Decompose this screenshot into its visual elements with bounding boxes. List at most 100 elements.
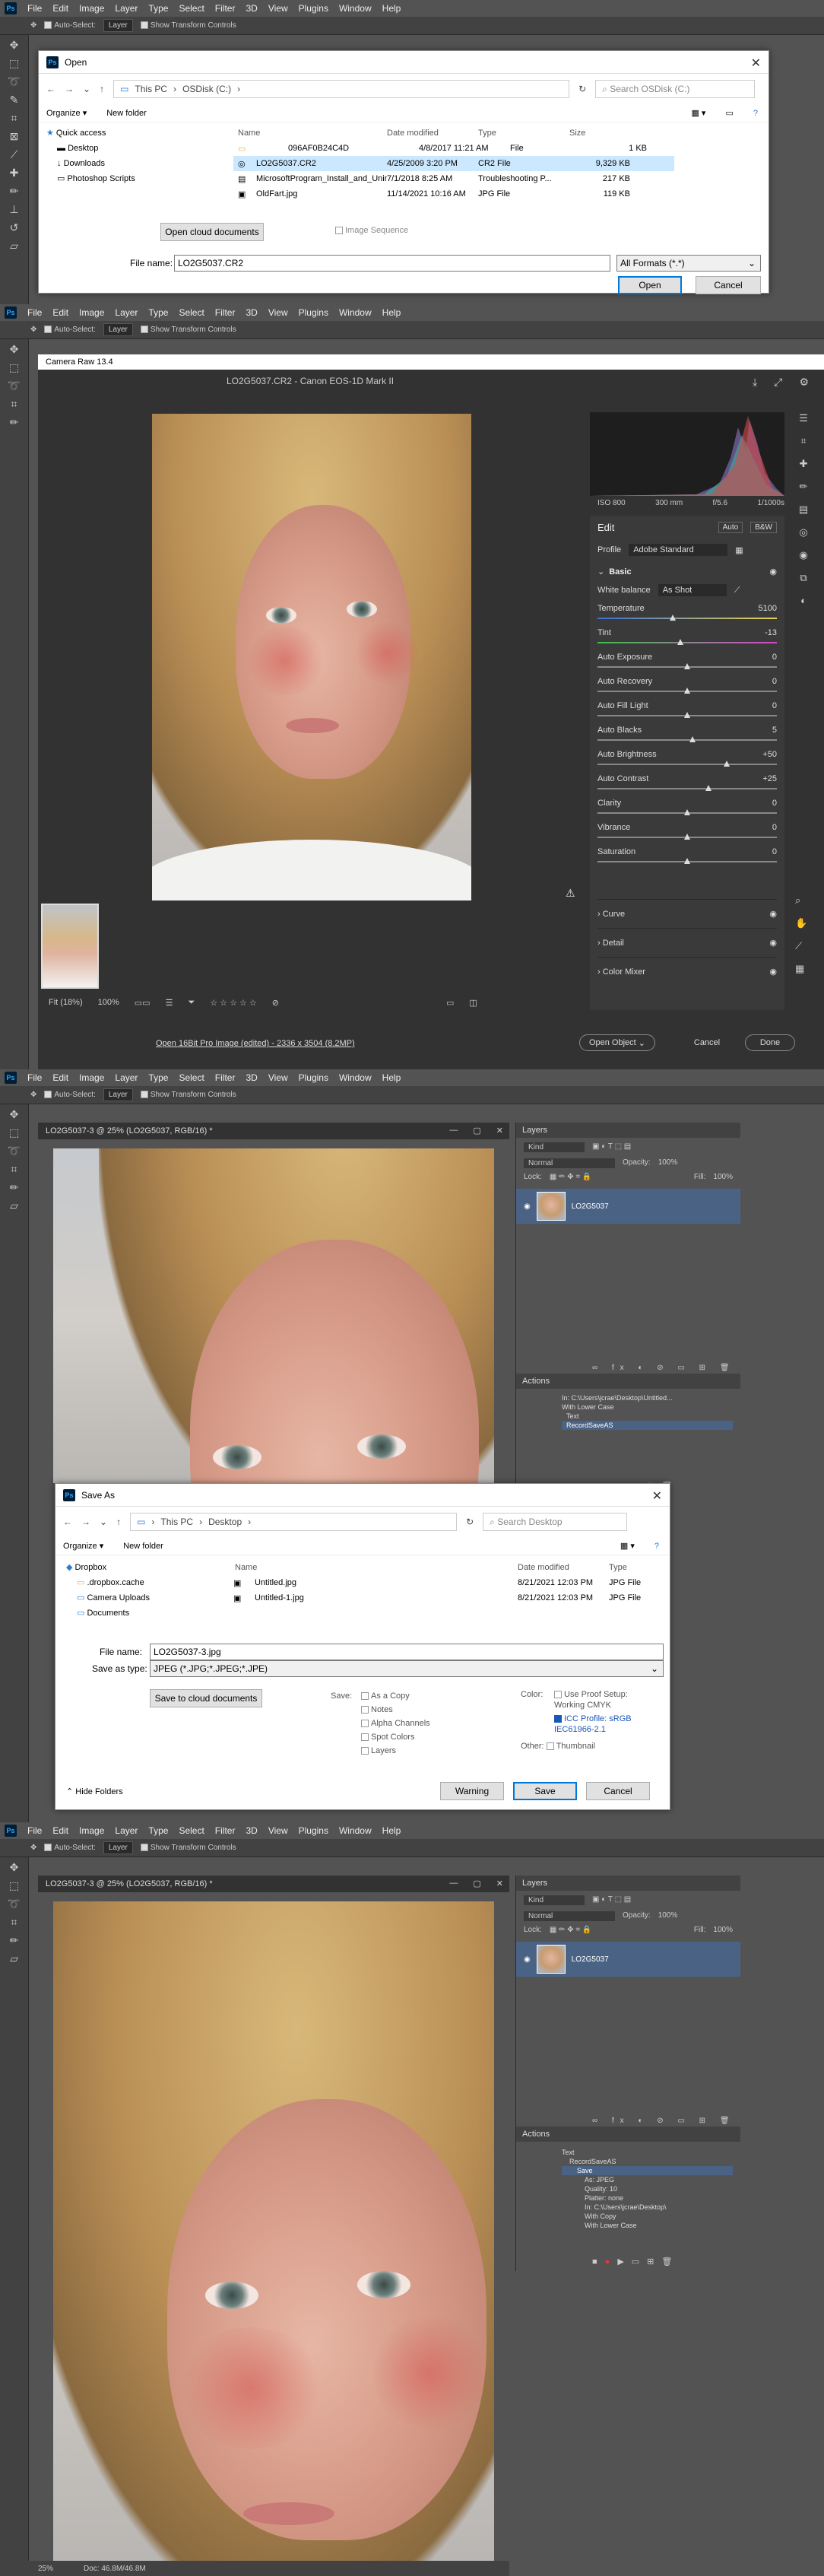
organize-button[interactable]: Organize ▾ <box>63 1541 103 1551</box>
auto-button[interactable]: Auto <box>718 522 743 533</box>
action-step[interactable]: In: C:\Users\jcrae\Desktop\Untitled... <box>562 1393 733 1402</box>
section-color-mixer[interactable]: › Color Mixer ◉ <box>597 957 777 986</box>
open-object-button[interactable]: Open Object ⌄ <box>579 1034 655 1051</box>
slider-track[interactable] <box>597 736 777 742</box>
back-arrow-icon[interactable]: ← <box>46 84 55 94</box>
section-detail[interactable]: › Detail ◉ <box>597 928 777 957</box>
maximize-icon[interactable]: ▢ <box>473 1879 480 1888</box>
menu-view[interactable]: View <box>268 1072 288 1083</box>
menu-3d[interactable]: 3D <box>246 3 257 14</box>
chevron-down-icon[interactable]: ⌄ <box>83 84 90 94</box>
close-icon[interactable]: ✕ <box>496 1879 503 1888</box>
file-row[interactable]: ▤ MicrosoftProgram_Install_and_Uninstall… <box>233 171 753 186</box>
breadcrumb-1[interactable]: This PC <box>135 84 167 94</box>
slider-knob[interactable] <box>677 639 683 645</box>
open-cloud-documents-button[interactable]: Open cloud documents <box>160 223 264 241</box>
refresh-icon[interactable]: ↻ <box>578 84 586 94</box>
minimize-icon[interactable]: — <box>449 1879 458 1888</box>
move-tool-icon[interactable]: ✥ <box>7 1107 22 1121</box>
menu-select[interactable]: Select <box>179 1072 204 1083</box>
forward-arrow-icon[interactable]: → <box>81 1517 90 1527</box>
slider-knob[interactable] <box>670 615 677 621</box>
healing-tool-icon[interactable]: ✚ <box>7 166 22 179</box>
grid-icon[interactable]: ▦ <box>795 963 807 975</box>
zoom-icon[interactable]: ⌕ <box>795 894 807 907</box>
layer-select[interactable]: Layer <box>103 19 133 32</box>
fill-value[interactable]: 100% <box>713 1173 733 1181</box>
menu-file[interactable]: File <box>27 1825 42 1836</box>
show-transform-checkbox[interactable]: Show Transform Controls <box>140 326 236 334</box>
marquee-tool-icon[interactable]: ⬚ <box>7 56 22 70</box>
marquee-tool-icon[interactable]: ⬚ <box>7 1879 22 1892</box>
wb-select[interactable]: As Shot <box>658 584 727 596</box>
menu-image[interactable]: Image <box>79 1825 104 1836</box>
menu-type[interactable]: Type <box>148 3 168 14</box>
menu-image[interactable]: Image <box>79 3 104 14</box>
kind-select[interactable]: Kind <box>524 1142 585 1152</box>
blend-mode-select[interactable]: Normal <box>524 1158 615 1168</box>
nav-dropbox-cache[interactable]: ▭ .dropbox.cache <box>66 1575 218 1590</box>
menu-layer[interactable]: Layer <box>115 1072 138 1083</box>
gradient-icon[interactable]: ▤ <box>799 503 808 516</box>
slider-value[interactable]: 0 <box>772 677 777 688</box>
help-icon[interactable]: ? <box>654 1542 659 1551</box>
eraser-tool-icon[interactable]: ▱ <box>7 1952 22 1965</box>
spot-colors-checkbox[interactable]: Spot Colors <box>331 1730 430 1744</box>
filmstrip-thumbnail[interactable] <box>41 904 99 989</box>
open-button[interactable]: Open <box>618 276 682 294</box>
close-icon[interactable]: ✕ <box>496 1126 503 1136</box>
new-folder-button[interactable]: New folder <box>123 1542 163 1551</box>
single-view-icon[interactable]: ▭ <box>446 998 454 1008</box>
menu-edit[interactable]: Edit <box>52 1825 68 1836</box>
slider-track[interactable] <box>597 712 777 718</box>
lock-icons[interactable]: ▦ ✏ ✥ ⌗ 🔒 <box>550 1926 591 1934</box>
menu-image[interactable]: Image <box>79 1072 104 1083</box>
menu-plugins[interactable]: Plugins <box>299 307 328 318</box>
slider-value[interactable]: +25 <box>762 774 777 785</box>
breadcrumb-1[interactable]: This PC <box>160 1517 193 1527</box>
brush-tool-icon[interactable]: ✏ <box>7 415 22 429</box>
action-step[interactable]: With Lower Case <box>562 1402 733 1412</box>
menu-3d[interactable]: 3D <box>246 307 257 318</box>
slider-knob[interactable] <box>689 736 696 742</box>
organize-button[interactable]: Organize ▾ <box>46 108 87 118</box>
file-row[interactable]: ▭ 096AF0B24C4D 4/8/2017 11:21 AM File 1 … <box>191 141 753 156</box>
breadcrumb-2[interactable]: OSDisk (C:) <box>182 84 231 94</box>
slider-value[interactable]: 0 <box>772 701 777 712</box>
hand-icon[interactable]: ✋ <box>795 917 807 929</box>
up-arrow-icon[interactable]: ↑ <box>100 84 104 94</box>
workflow-options-link[interactable]: Open 16Bit Pro Image (edited) - 2336 x 3… <box>156 1039 355 1048</box>
visibility-icon[interactable]: ◉ <box>769 567 777 577</box>
save-button[interactable]: Save <box>513 1782 577 1800</box>
compare-view-icon[interactable]: ◫ <box>469 998 477 1008</box>
slider-knob[interactable] <box>684 809 690 815</box>
slider-value[interactable]: -13 <box>765 628 777 639</box>
delete-flag-icon[interactable]: ⊘ <box>272 998 279 1008</box>
menu-file[interactable]: File <box>27 307 42 318</box>
menu-view[interactable]: View <box>268 1825 288 1836</box>
opacity-value[interactable]: 100% <box>658 1158 678 1168</box>
search-input[interactable]: ⌕ Search OSDisk (C:) <box>595 80 756 98</box>
menu-select[interactable]: Select <box>179 307 204 318</box>
marquee-tool-icon[interactable]: ⬚ <box>7 1126 22 1139</box>
crop-tool-icon[interactable]: ⌗ <box>7 1915 22 1929</box>
slider-value[interactable]: 0 <box>772 823 777 834</box>
close-icon[interactable]: ✕ <box>751 56 761 71</box>
slider-knob[interactable] <box>684 858 690 864</box>
layers-tab[interactable]: Layers <box>516 1123 740 1138</box>
file-format-select[interactable]: All Formats (*.*) ⌄ <box>616 255 761 272</box>
menu-select[interactable]: Select <box>179 3 204 14</box>
visibility-icon[interactable]: ◉ <box>769 938 777 948</box>
menu-window[interactable]: Window <box>339 3 372 14</box>
menu-plugins[interactable]: Plugins <box>299 1072 328 1083</box>
slider-track[interactable] <box>597 639 777 645</box>
notes-checkbox[interactable]: Notes <box>331 1703 430 1717</box>
cancel-button[interactable]: Cancel <box>586 1782 650 1800</box>
slider-knob[interactable] <box>684 663 690 669</box>
maximize-icon[interactable]: ▢ <box>473 1126 480 1136</box>
menu-help[interactable]: Help <box>382 307 401 318</box>
sampler-icon[interactable]: ⟋ <box>795 940 807 952</box>
menu-plugins[interactable]: Plugins <box>299 1825 328 1836</box>
bw-button[interactable]: B&W <box>750 522 777 533</box>
layer-select[interactable]: Layer <box>103 1088 133 1101</box>
